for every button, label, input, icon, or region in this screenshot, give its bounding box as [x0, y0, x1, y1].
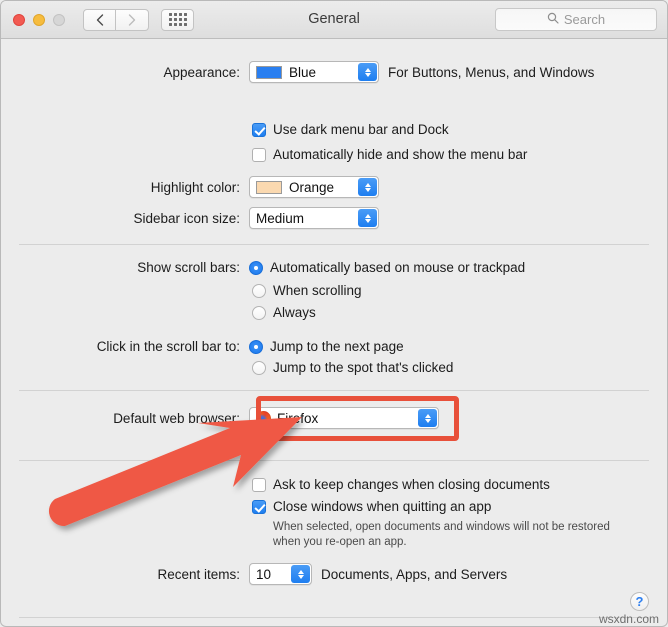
chevron-left-icon — [96, 13, 104, 26]
default-web-browser-stepper-icon[interactable] — [418, 409, 437, 427]
divider — [19, 390, 649, 391]
dark-menu-bar-checkbox[interactable]: Use dark menu bar and Dock — [252, 122, 449, 137]
sidebar-icon-size-label: Sidebar icon size: — [133, 210, 240, 226]
option-label: Always — [273, 305, 316, 320]
auto-hide-menu-bar-label: Automatically hide and show the menu bar — [273, 147, 528, 162]
close-windows-note-row: When selected, open documents and window… — [273, 520, 613, 550]
recent-items-hint: Documents, Apps, and Servers — [321, 566, 508, 582]
sidebar-icon-size-select[interactable]: Medium — [249, 207, 379, 229]
divider — [19, 617, 649, 618]
appearance-row: Appearance: Blue For Buttons, Menus, and… — [89, 61, 594, 83]
search-input[interactable]: Search — [495, 8, 657, 31]
appearance-hint: For Buttons, Menus, and Windows — [388, 64, 595, 80]
ask-keep-changes-checkbox[interactable]: Ask to keep changes when closing documen… — [252, 477, 550, 492]
recent-items-value: 10 — [256, 566, 272, 582]
search-placeholder: Search — [563, 12, 606, 27]
checkbox-box[interactable] — [252, 123, 266, 137]
show-scroll-bars-label: Show scroll bars: — [137, 260, 240, 275]
option-label: Automatically based on mouse or trackpad — [270, 260, 526, 275]
back-button[interactable] — [83, 8, 116, 31]
firefox-icon — [256, 410, 271, 426]
highlight-color-label: Highlight color: — [150, 179, 240, 195]
sidebar-icon-size-value: Medium — [256, 210, 305, 226]
checkbox-box[interactable] — [252, 500, 266, 514]
recent-items-label: Recent items: — [157, 566, 240, 582]
click-scroll-bar-label: Click in the scroll bar to: — [96, 339, 240, 354]
recent-items-row: Recent items: 10 Documents, Apps, and Se… — [89, 563, 507, 585]
radio-button[interactable] — [249, 339, 263, 354]
default-web-browser-select[interactable]: Firefox — [249, 407, 439, 429]
watermark: wsxdn.com — [598, 612, 659, 626]
click-scroll-option-spot-clicked[interactable]: Jump to the spot that's clicked — [252, 360, 453, 375]
highlight-color-select[interactable]: Orange — [249, 176, 379, 198]
sidebar-icon-size-stepper-icon[interactable] — [358, 209, 377, 227]
checkbox-box[interactable] — [252, 478, 266, 492]
minimize-window-button[interactable] — [33, 13, 45, 26]
default-web-browser-label: Default web browser: — [113, 410, 240, 426]
close-windows-note: When selected, open documents and window… — [273, 521, 610, 548]
highlight-color-value: Orange — [289, 179, 335, 195]
click-scroll-bar-row: Click in the scroll bar to: Jump to the … — [89, 339, 404, 354]
appearance-value: Blue — [289, 64, 317, 80]
chevron-right-icon — [128, 13, 136, 26]
close-windows-quitting-checkbox[interactable]: Close windows when quitting an app — [252, 499, 491, 514]
scroll-bars-option-auto[interactable]: Automatically based on mouse or trackpad — [249, 260, 525, 275]
traffic-light-group — [13, 13, 65, 26]
checkbox-box[interactable] — [252, 148, 266, 162]
recent-items-stepper-icon[interactable] — [291, 565, 310, 583]
preferences-content: Appearance: Blue For Buttons, Menus, and… — [1, 39, 667, 626]
appearance-select[interactable]: Blue — [249, 61, 379, 83]
radio-button[interactable] — [252, 360, 266, 375]
divider — [19, 460, 649, 461]
scroll-bars-option-when-scrolling[interactable]: When scrolling — [252, 283, 362, 298]
option-label: Jump to the next page — [270, 339, 404, 354]
window-titlebar: General Search — [1, 1, 667, 39]
show-all-grid-icon — [168, 13, 187, 26]
appearance-color-swatch — [256, 65, 282, 79]
system-preferences-window: General Search Appearance: Blue For Butt… — [0, 0, 668, 627]
search-icon — [547, 11, 559, 29]
help-button[interactable]: ? — [630, 592, 649, 611]
default-web-browser-value: Firefox — [277, 410, 319, 426]
highlight-color-swatch — [256, 180, 282, 194]
close-window-button[interactable] — [13, 13, 25, 26]
radio-button[interactable] — [249, 260, 263, 275]
highlight-color-stepper-icon[interactable] — [358, 178, 377, 196]
dark-menu-bar-label: Use dark menu bar and Dock — [273, 122, 449, 137]
divider — [19, 244, 649, 245]
forward-button[interactable] — [116, 8, 149, 31]
show-scroll-bars-row: Show scroll bars: Automatically based on… — [89, 260, 525, 275]
auto-hide-menu-bar-checkbox[interactable]: Automatically hide and show the menu bar — [252, 147, 527, 162]
highlight-color-row: Highlight color: Orange — [89, 176, 379, 198]
radio-button[interactable] — [252, 305, 266, 320]
radio-button[interactable] — [252, 283, 266, 298]
default-web-browser-row: Default web browser: Firefox — [89, 407, 439, 429]
appearance-stepper-icon[interactable] — [358, 63, 377, 81]
navigation-button-group — [83, 8, 149, 31]
show-all-button[interactable] — [161, 8, 194, 31]
click-scroll-option-next-page[interactable]: Jump to the next page — [249, 339, 404, 354]
recent-items-select[interactable]: 10 — [249, 563, 312, 585]
close-windows-quitting-label: Close windows when quitting an app — [273, 499, 492, 514]
appearance-label: Appearance: — [163, 64, 240, 80]
sidebar-icon-size-row: Sidebar icon size: Medium — [89, 207, 379, 229]
option-label: Jump to the spot that's clicked — [273, 360, 454, 375]
ask-keep-changes-label: Ask to keep changes when closing documen… — [273, 477, 550, 492]
option-label: When scrolling — [273, 283, 362, 298]
zoom-window-button — [53, 13, 65, 26]
scroll-bars-option-always[interactable]: Always — [252, 305, 316, 320]
